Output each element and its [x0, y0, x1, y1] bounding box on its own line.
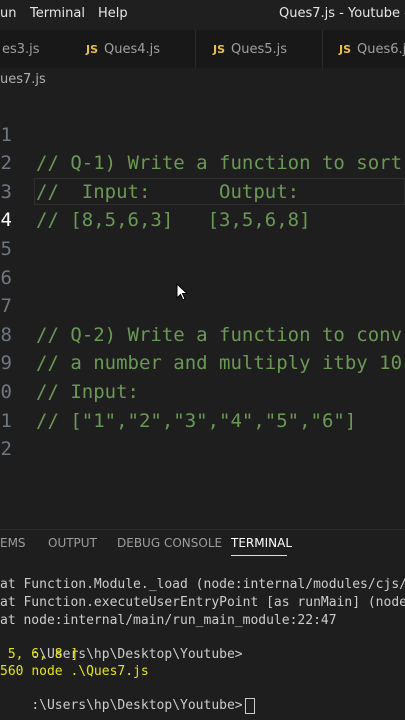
terminal-command: node .\Ques7.js — [31, 664, 149, 679]
js-file-icon: JS — [86, 42, 99, 56]
code-line[interactable]: 5 — [0, 206, 405, 260]
terminal-cursor — [244, 697, 255, 714]
code-line[interactable]: 3 // [8,5,6,3] [3,5,6,8] — [0, 149, 405, 232]
tab-label: es3.js — [2, 41, 40, 57]
js-file-icon: JS — [339, 42, 352, 56]
code-line[interactable]: 8 // a number and multiply itby 10 — [0, 292, 405, 375]
code-line[interactable]: 4 — [0, 178, 405, 231]
panel-tab-bar: EMS OUTPUT DEBUG CONSOLE TERMINAL — [0, 530, 405, 558]
code-line[interactable]: 1 — [0, 378, 405, 432]
menu-help[interactable]: Help — [98, 6, 128, 21]
code-editor[interactable]: 1 // Q-1) Write a function to sort 2 // … — [0, 92, 405, 530]
terminal-output: 560 — [0, 664, 24, 679]
title-bar: un Terminal Help Ques7.js - Youtube - V — [0, 0, 405, 30]
terminal-line: at Function.executeUserEntryPoint [as ru… — [0, 595, 405, 610]
breadcrumb-file[interactable]: ues7.js — [0, 68, 46, 92]
tab-ques5[interactable]: JS Ques5.js — [196, 30, 323, 68]
tab-label: Ques6.js — [357, 41, 405, 57]
tab-terminal[interactable]: TERMINAL — [231, 536, 292, 550]
menu-terminal[interactable]: Terminal — [30, 6, 85, 21]
tab-debug-console[interactable]: DEBUG CONSOLE — [117, 536, 222, 550]
line-number: 2 — [0, 438, 12, 461]
terminal-output: 5, 6, 8 ] — [0, 647, 79, 662]
code-line[interactable]: 2 — [0, 407, 405, 460]
code-line[interactable]: 1 // Q-1) Write a function to sort — [0, 92, 405, 175]
tab-ques4[interactable]: JS Ques4.js — [70, 30, 196, 68]
code-line[interactable]: 6 — [0, 235, 405, 289]
tab-ques3[interactable]: es3.js — [0, 30, 73, 68]
terminal-prompt: :\Users\hp\Desktop\Youtube> — [31, 698, 243, 713]
breadcrumb: ues7.js — [0, 68, 405, 92]
window-title: Ques7.js - Youtube - V — [279, 6, 405, 21]
terminal-line: :\Users\hp\Desktop\Youtube> — [0, 680, 255, 714]
mouse-pointer-icon — [176, 283, 188, 301]
code-line[interactable]: 2 // Input: Output: — [0, 121, 405, 203]
menu-run[interactable]: un — [0, 6, 16, 21]
active-tab-indicator — [231, 555, 287, 556]
terminal-line: at node:internal/main/run_main_module:22… — [0, 613, 337, 628]
terminal-line: at Function.Module._load (node:internal/… — [0, 577, 405, 592]
terminal[interactable]: at Function.Module._load (node:internal/… — [0, 574, 405, 720]
editor-tab-bar: es3.js JS Ques4.js JS Ques5.js JS Ques6.… — [0, 30, 405, 69]
tab-label: Ques5.js — [231, 41, 288, 57]
js-file-icon: JS — [213, 42, 226, 56]
tab-label: Ques4.js — [104, 41, 161, 57]
tab-problems[interactable]: EMS — [0, 536, 26, 550]
code-line[interactable]: 9 // Input: — [0, 321, 405, 403]
tab-output[interactable]: OUTPUT — [48, 536, 97, 550]
code-line[interactable]: 7 // Q-2) Write a function to conv — [0, 264, 405, 346]
terminal-line: :\Users\hp\Desktop\Youtube> node .\Ques7… — [0, 629, 242, 679]
tab-ques6[interactable]: JS Ques6.js — [323, 30, 405, 68]
code-line[interactable]: 0 // ["1","2","3","4","5","6"] — [0, 349, 405, 432]
